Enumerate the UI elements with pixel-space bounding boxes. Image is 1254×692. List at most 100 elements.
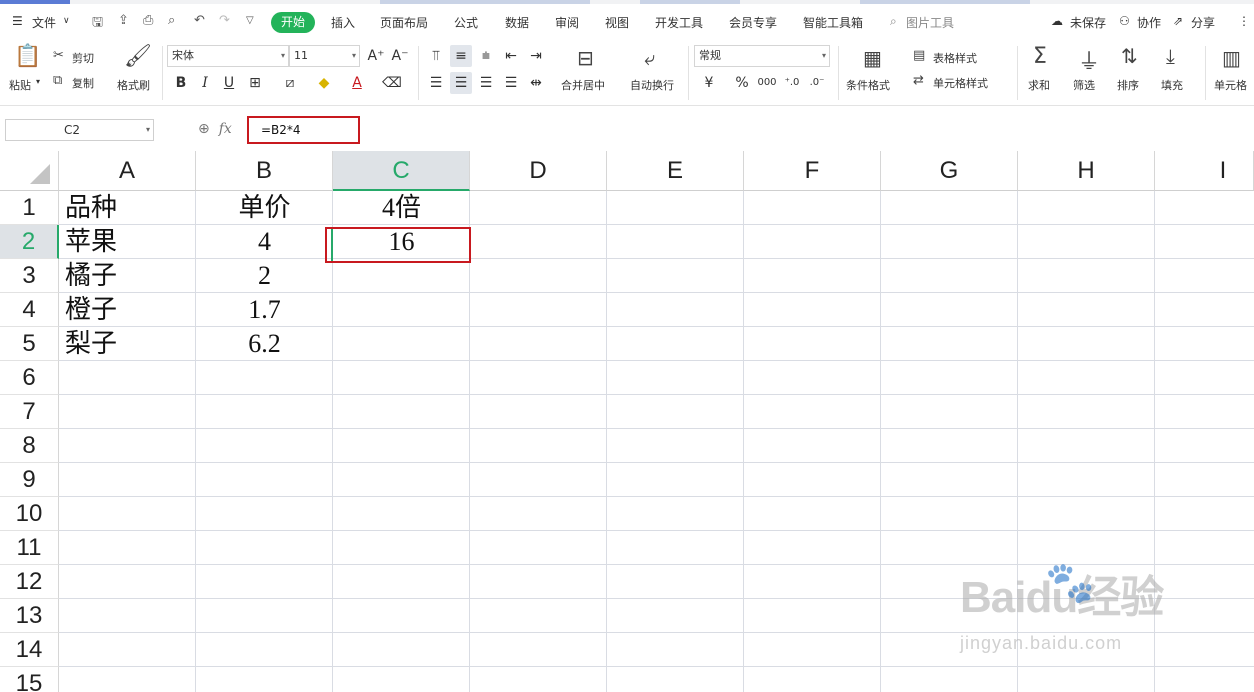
number-format-select[interactable]: 常规 ▾ bbox=[694, 45, 830, 67]
spreadsheet-grid[interactable]: A B C D E F G H I 1 2 3 4 5 6 7 8 9 10 1… bbox=[0, 151, 1254, 692]
borders-icon[interactable]: ⊞ bbox=[244, 72, 266, 94]
row-header-6[interactable]: 6 bbox=[0, 361, 59, 395]
cell-style-button[interactable]: 单元格样式 bbox=[933, 75, 988, 91]
decrease-indent-icon[interactable]: ⇤ bbox=[500, 45, 522, 67]
redo-icon[interactable]: ↷ bbox=[219, 13, 230, 28]
distributed-icon[interactable]: ⇹ bbox=[525, 72, 547, 94]
cell-a3[interactable]: 橘子 bbox=[59, 259, 196, 293]
bold-button[interactable]: B bbox=[170, 72, 192, 94]
increase-font-icon[interactable]: A⁺ bbox=[365, 45, 387, 67]
thousands-icon[interactable]: 000 bbox=[756, 72, 778, 94]
tab-page-layout[interactable]: 页面布局 bbox=[380, 14, 428, 31]
align-middle-icon[interactable]: ≡ bbox=[450, 45, 472, 67]
clear-format-icon[interactable]: ⌫ bbox=[381, 72, 403, 94]
fill-button[interactable]: 填充 bbox=[1161, 77, 1183, 93]
cut-button[interactable]: 剪切 bbox=[72, 50, 94, 66]
cell-button[interactable]: 单元格 bbox=[1214, 77, 1247, 93]
decrease-decimal-icon[interactable]: .0⁻ bbox=[806, 72, 828, 94]
row-header-1[interactable]: 1 bbox=[0, 191, 59, 225]
tab-insert[interactable]: 插入 bbox=[331, 14, 355, 31]
cell-a2[interactable]: 苹果 bbox=[59, 225, 196, 259]
copy-icon[interactable]: ⧉ bbox=[53, 73, 62, 88]
increase-indent-icon[interactable]: ⇥ bbox=[525, 45, 547, 67]
align-right-icon[interactable]: ☰ bbox=[475, 72, 497, 94]
tab-picture-tools[interactable]: 图片工具 bbox=[906, 14, 954, 31]
font-size-select[interactable]: 11 ▾ bbox=[289, 45, 360, 67]
filter-button[interactable]: 筛选 bbox=[1073, 77, 1095, 93]
tab-formulas[interactable]: 公式 bbox=[454, 14, 478, 31]
cell-a1[interactable]: 品种 bbox=[59, 191, 196, 225]
merge-center-icon[interactable]: ⊟ bbox=[577, 46, 594, 70]
sort-icon[interactable]: ⇅ bbox=[1121, 44, 1138, 68]
collaborate-button[interactable]: 协作 bbox=[1137, 14, 1161, 31]
row-header-10[interactable]: 10 bbox=[0, 497, 59, 531]
tab-member[interactable]: 会员专享 bbox=[729, 14, 777, 31]
copy-button[interactable]: 复制 bbox=[72, 75, 94, 91]
percent-icon[interactable]: % bbox=[731, 72, 753, 94]
font-name-select[interactable]: 宋体 ▾ bbox=[167, 45, 289, 67]
justify-icon[interactable]: ☰ bbox=[500, 72, 522, 94]
currency-icon[interactable]: ¥ bbox=[698, 72, 720, 94]
row-header-2[interactable]: 2 bbox=[0, 225, 59, 259]
row-header-15[interactable]: 15 bbox=[0, 667, 59, 692]
row-header-5[interactable]: 5 bbox=[0, 327, 59, 361]
select-all-corner[interactable] bbox=[0, 151, 59, 191]
filter-icon[interactable]: ⏚ bbox=[1078, 44, 1100, 76]
paste-button[interactable]: 粘贴 bbox=[9, 77, 31, 93]
cell-b3[interactable]: 2 bbox=[196, 259, 333, 293]
customize-toolbar-icon[interactable]: ▽ bbox=[246, 15, 254, 26]
row-header-9[interactable]: 9 bbox=[0, 463, 59, 497]
italic-button[interactable]: I bbox=[194, 72, 216, 94]
tab-view[interactable]: 视图 bbox=[605, 14, 629, 31]
column-header-g[interactable]: G bbox=[881, 151, 1018, 191]
file-menu[interactable]: 文件 bbox=[32, 14, 56, 31]
sort-button[interactable]: 排序 bbox=[1117, 77, 1139, 93]
cell-b1[interactable]: 单价 bbox=[196, 191, 333, 225]
tab-smart-toolbox[interactable]: 智能工具箱 bbox=[803, 14, 863, 31]
name-box[interactable]: C2 ▾ bbox=[5, 119, 154, 141]
column-header-e[interactable]: E bbox=[607, 151, 744, 191]
wrap-text-icon[interactable]: ⤶ bbox=[644, 46, 655, 70]
format-painter-icon[interactable]: 🖌 bbox=[124, 44, 152, 69]
table-style-button[interactable]: 表格样式 bbox=[933, 50, 977, 66]
conditional-format-icon[interactable]: ▦ bbox=[863, 46, 882, 70]
print-preview-icon[interactable]: ⌕ bbox=[168, 13, 175, 28]
formula-input[interactable]: =B2*4 bbox=[247, 116, 360, 144]
cell-c1[interactable]: 4倍 bbox=[333, 191, 470, 225]
wrap-text-button[interactable]: 自动换行 bbox=[630, 77, 674, 93]
font-color-icon[interactable]: A bbox=[346, 72, 368, 94]
paste-icon[interactable]: 📋 bbox=[14, 44, 41, 69]
cell-icon[interactable]: ▥ bbox=[1222, 46, 1241, 70]
decrease-font-icon[interactable]: A⁻ bbox=[389, 45, 411, 67]
increase-decimal-icon[interactable]: ⁺.0 bbox=[781, 72, 803, 94]
print-icon[interactable]: ⎙ bbox=[143, 13, 153, 28]
unsaved-status[interactable]: 未保存 bbox=[1070, 14, 1106, 31]
tab-developer[interactable]: 开发工具 bbox=[655, 14, 703, 31]
row-header-11[interactable]: 11 bbox=[0, 531, 59, 565]
column-header-f[interactable]: F bbox=[744, 151, 881, 191]
scissors-icon[interactable]: ✂ bbox=[53, 48, 64, 63]
hamburger-menu-icon[interactable]: ☰ bbox=[12, 14, 23, 28]
fx-icon[interactable]: fx bbox=[219, 121, 232, 137]
conditional-format-button[interactable]: 条件格式 bbox=[846, 77, 890, 93]
cell-a5[interactable]: 梨子 bbox=[59, 327, 196, 361]
column-header-b[interactable]: B bbox=[196, 151, 333, 191]
column-header-h[interactable]: H bbox=[1018, 151, 1155, 191]
column-header-a[interactable]: A bbox=[59, 151, 196, 191]
row-header-14[interactable]: 14 bbox=[0, 633, 59, 667]
fill-color-icon[interactable]: ◆ bbox=[313, 72, 335, 94]
row-header-3[interactable]: 3 bbox=[0, 259, 59, 293]
merge-center-button[interactable]: 合并居中 bbox=[561, 77, 605, 93]
sum-icon[interactable]: Σ bbox=[1033, 44, 1047, 69]
tab-review[interactable]: 审阅 bbox=[555, 14, 579, 31]
tab-data[interactable]: 数据 bbox=[505, 14, 529, 31]
zoom-icon[interactable]: ⊕ bbox=[198, 121, 210, 137]
row-header-13[interactable]: 13 bbox=[0, 599, 59, 633]
export-icon[interactable]: ⇪ bbox=[118, 13, 129, 28]
align-bottom-icon[interactable]: ⩧ bbox=[475, 45, 497, 67]
cell-a4[interactable]: 橙子 bbox=[59, 293, 196, 327]
row-header-8[interactable]: 8 bbox=[0, 429, 59, 463]
format-painter-button[interactable]: 格式刷 bbox=[117, 77, 150, 93]
column-header-c[interactable]: C bbox=[333, 151, 470, 191]
tab-home[interactable]: 开始 bbox=[271, 12, 315, 33]
